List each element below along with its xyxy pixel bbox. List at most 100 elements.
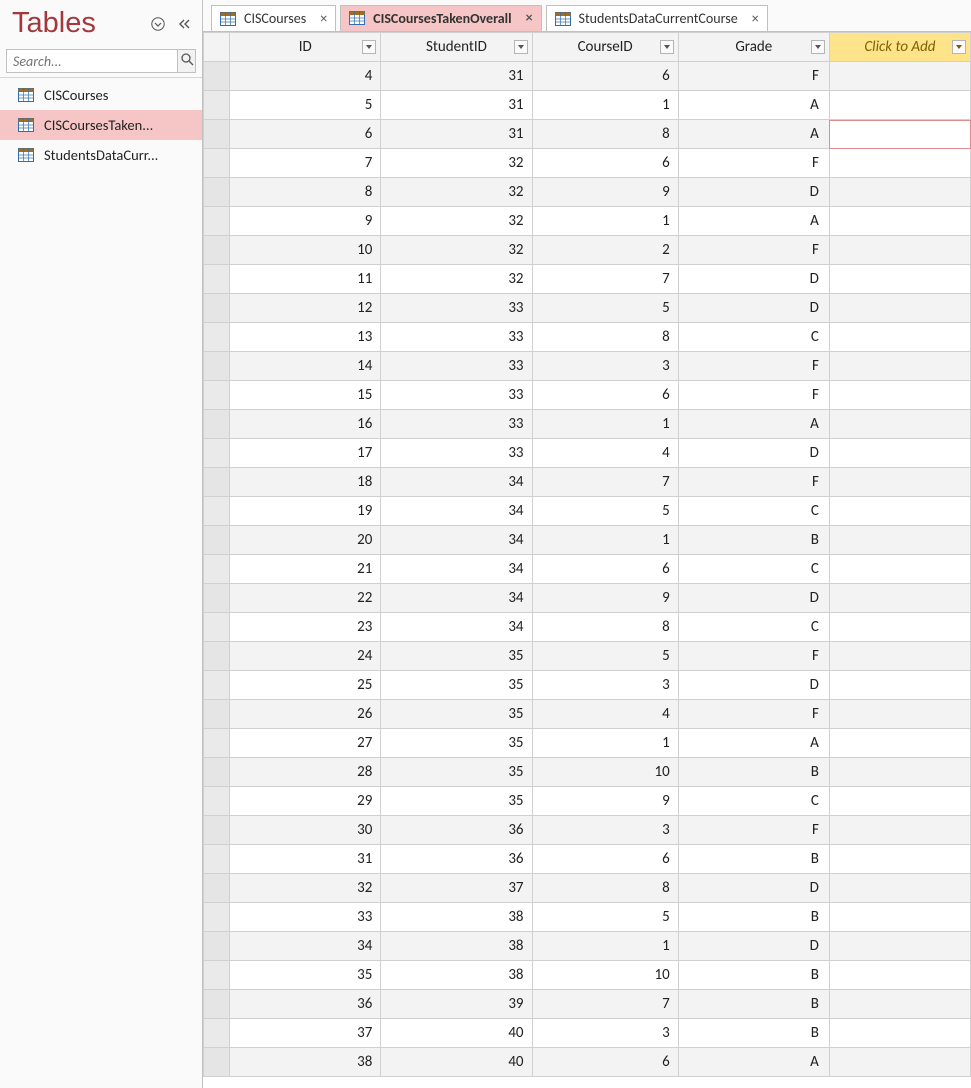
cell-add[interactable] [829,1019,970,1048]
table-row[interactable]: 27351A [204,729,971,758]
cell-id[interactable]: 35 [230,961,381,990]
cell-studentid[interactable]: 40 [381,1019,532,1048]
table-row[interactable]: 11327D [204,265,971,294]
cell-id[interactable]: 13 [230,323,381,352]
table-row[interactable]: 283510B [204,758,971,787]
cell-add[interactable] [829,236,970,265]
cell-studentid[interactable]: 32 [381,236,532,265]
cell-studentid[interactable]: 35 [381,729,532,758]
cell-courseid[interactable]: 7 [532,265,678,294]
row-selector[interactable] [204,381,230,410]
cell-add[interactable] [829,613,970,642]
cell-add[interactable] [829,961,970,990]
cell-grade[interactable]: F [678,149,829,178]
table-row[interactable]: 23348C [204,613,971,642]
cell-courseid[interactable]: 10 [532,961,678,990]
cell-studentid[interactable]: 35 [381,787,532,816]
cell-add[interactable] [829,120,970,149]
cell-id[interactable]: 17 [230,439,381,468]
cell-grade[interactable]: F [678,381,829,410]
cell-id[interactable]: 27 [230,729,381,758]
cell-add[interactable] [829,410,970,439]
cell-add[interactable] [829,700,970,729]
cell-studentid[interactable]: 38 [381,961,532,990]
row-selector[interactable] [204,91,230,120]
tab-ciscoursestakenoverall[interactable]: CISCoursesTakenOverall× [340,5,541,31]
cell-studentid[interactable]: 37 [381,874,532,903]
cell-studentid[interactable]: 32 [381,149,532,178]
cell-courseid[interactable]: 7 [532,990,678,1019]
cell-id[interactable]: 15 [230,381,381,410]
cell-id[interactable]: 16 [230,410,381,439]
cell-studentid[interactable]: 34 [381,526,532,555]
column-header-add[interactable]: Click to Add [829,33,970,62]
column-dropdown-icon[interactable] [514,40,528,54]
cell-studentid[interactable]: 32 [381,265,532,294]
cell-studentid[interactable]: 33 [381,410,532,439]
cell-add[interactable] [829,265,970,294]
cell-grade[interactable]: B [678,961,829,990]
table-row[interactable]: 22349D [204,584,971,613]
row-selector[interactable] [204,700,230,729]
cell-studentid[interactable]: 34 [381,584,532,613]
search-button[interactable] [177,49,196,73]
cell-add[interactable] [829,149,970,178]
table-row[interactable]: 36397B [204,990,971,1019]
cell-grade[interactable]: D [678,671,829,700]
cell-studentid[interactable]: 31 [381,62,532,91]
cell-add[interactable] [829,671,970,700]
column-dropdown-icon[interactable] [660,40,674,54]
cell-studentid[interactable]: 34 [381,613,532,642]
close-icon[interactable]: × [320,12,327,26]
collapse-pane-icon[interactable] [178,17,192,31]
column-dropdown-icon[interactable] [952,40,966,54]
row-selector[interactable] [204,874,230,903]
row-selector[interactable] [204,1048,230,1077]
row-selector[interactable] [204,613,230,642]
column-header-grade[interactable]: Grade [678,33,829,62]
cell-add[interactable] [829,294,970,323]
cell-grade[interactable]: D [678,932,829,961]
cell-grade[interactable]: C [678,613,829,642]
row-selector[interactable] [204,758,230,787]
cell-id[interactable]: 38 [230,1048,381,1077]
cell-courseid[interactable]: 9 [532,584,678,613]
cell-add[interactable] [829,787,970,816]
row-selector[interactable] [204,642,230,671]
row-selector[interactable] [204,149,230,178]
table-row[interactable]: 13338C [204,323,971,352]
cell-grade[interactable]: C [678,497,829,526]
cell-courseid[interactable]: 6 [532,62,678,91]
table-row[interactable]: 12335D [204,294,971,323]
cell-studentid[interactable]: 35 [381,671,532,700]
cell-add[interactable] [829,207,970,236]
cell-grade[interactable]: F [678,468,829,497]
nav-item-ciscoursestaken-[interactable]: CISCoursesTaken... [0,110,202,140]
cell-courseid[interactable]: 6 [532,149,678,178]
cell-courseid[interactable]: 1 [532,207,678,236]
cell-id[interactable]: 8 [230,178,381,207]
cell-courseid[interactable]: 5 [532,903,678,932]
cell-id[interactable]: 19 [230,497,381,526]
cell-id[interactable]: 31 [230,845,381,874]
row-selector[interactable] [204,671,230,700]
table-row[interactable]: 17334D [204,439,971,468]
cell-studentid[interactable]: 38 [381,932,532,961]
row-selector[interactable] [204,468,230,497]
cell-studentid[interactable]: 34 [381,555,532,584]
cell-id[interactable]: 6 [230,120,381,149]
cell-add[interactable] [829,468,970,497]
cell-grade[interactable]: F [678,700,829,729]
cell-id[interactable]: 14 [230,352,381,381]
cell-id[interactable]: 26 [230,700,381,729]
table-row[interactable]: 26354F [204,700,971,729]
cell-studentid[interactable]: 33 [381,323,532,352]
column-header-studentid[interactable]: StudentID [381,33,532,62]
cell-grade[interactable]: D [678,584,829,613]
row-selector[interactable] [204,990,230,1019]
tab-ciscourses[interactable]: CISCourses× [211,5,336,31]
cell-id[interactable]: 28 [230,758,381,787]
row-selector[interactable] [204,526,230,555]
row-selector[interactable] [204,439,230,468]
cell-add[interactable] [829,642,970,671]
